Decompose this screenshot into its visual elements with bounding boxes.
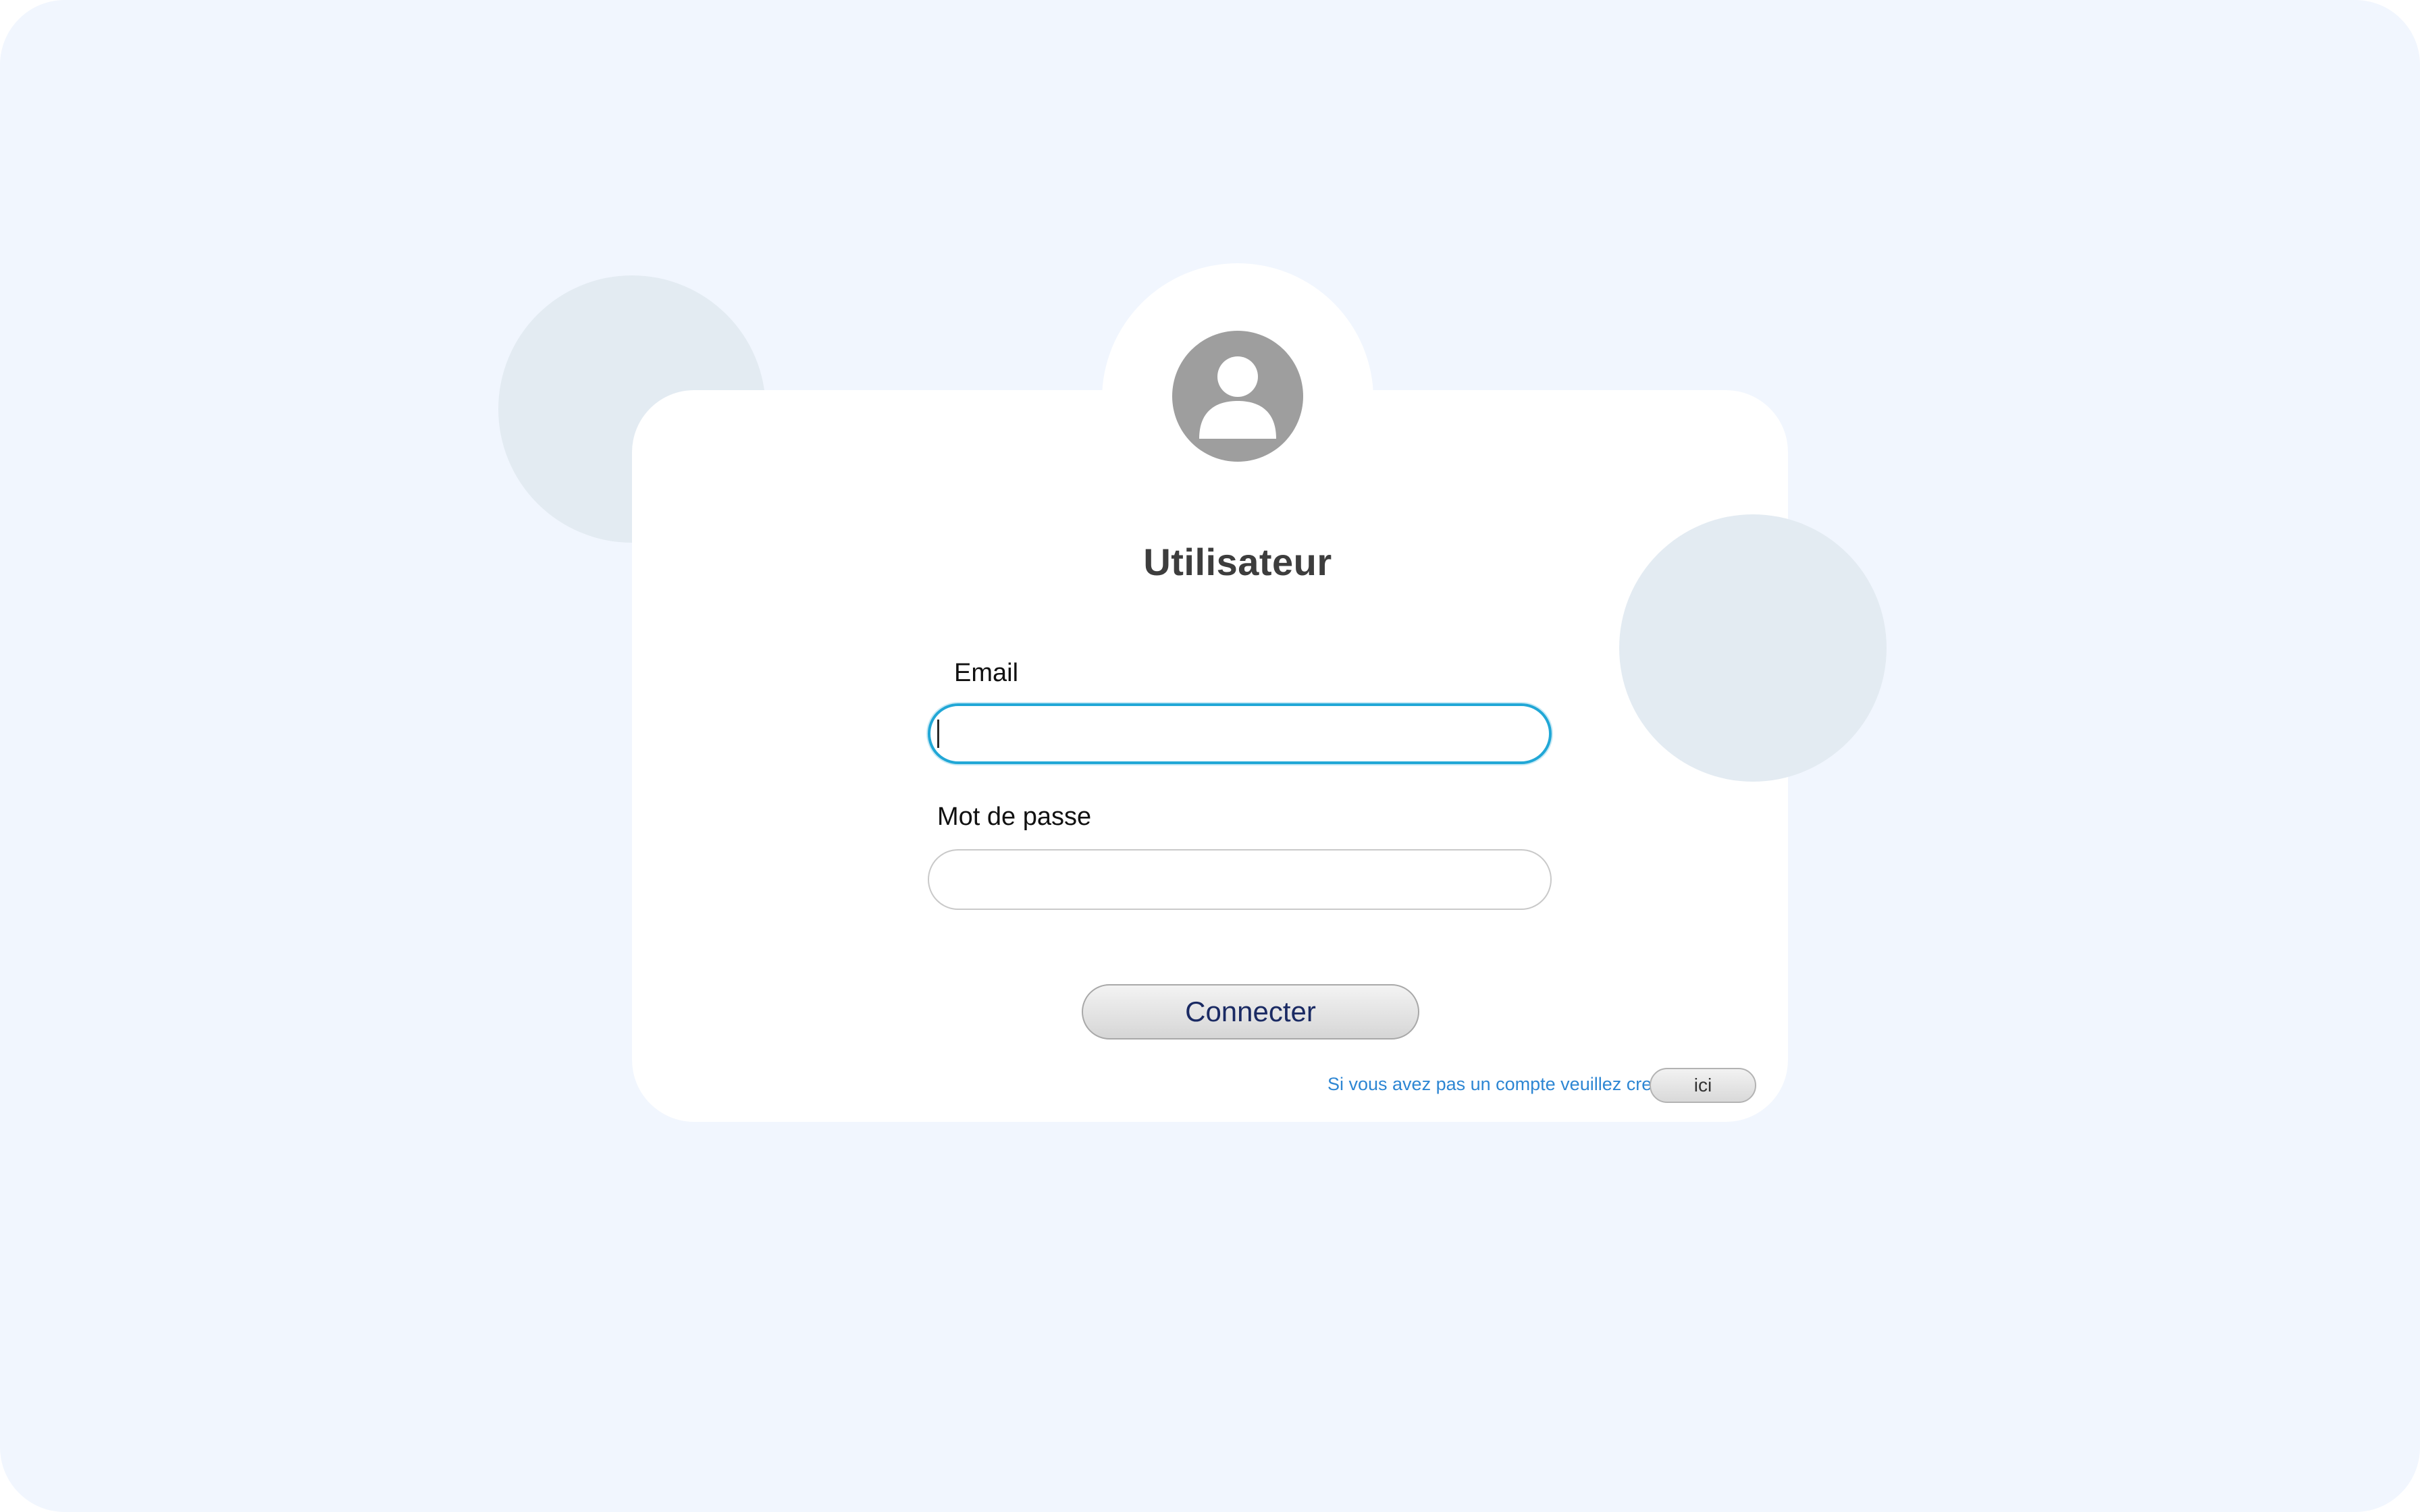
signup-here-button[interactable]: ici: [1650, 1068, 1756, 1103]
decorative-circle-right: [1619, 514, 1887, 782]
signup-prompt: Si vous avez pas un compte veuillez cree…: [1327, 1074, 1668, 1094]
password-field[interactable]: [928, 849, 1552, 910]
email-field[interactable]: [928, 703, 1552, 764]
connect-button[interactable]: Connecter: [1082, 984, 1419, 1040]
user-avatar-icon: [1172, 331, 1303, 462]
page-title: Utilisateur: [1143, 541, 1332, 583]
user-silhouette-icon: [1199, 356, 1276, 439]
email-label: Email: [954, 659, 1019, 687]
password-label: Mot de passe: [937, 803, 1092, 831]
text-cursor: [937, 720, 939, 748]
app-window: Utilisateur Email Mot de passe Connecter…: [0, 0, 2420, 1512]
